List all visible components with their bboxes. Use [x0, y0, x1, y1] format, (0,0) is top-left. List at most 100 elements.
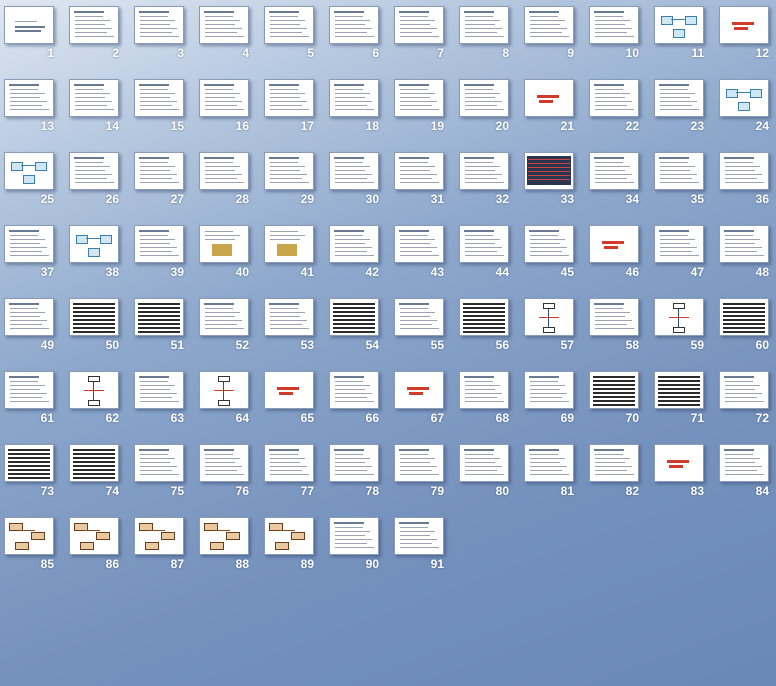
slide-preview[interactable]	[329, 79, 379, 117]
slide-thumbnail-30[interactable]: 30	[325, 146, 390, 219]
slide-thumbnail-3[interactable]: 3	[130, 0, 195, 73]
slide-preview[interactable]	[4, 79, 54, 117]
slide-preview[interactable]	[329, 6, 379, 44]
slide-thumbnail-52[interactable]: 52	[195, 292, 260, 365]
slide-preview[interactable]	[4, 225, 54, 263]
slide-preview[interactable]	[394, 152, 444, 190]
slide-thumbnail-61[interactable]: 61	[0, 365, 65, 438]
slide-thumbnail-12[interactable]: 12	[715, 0, 776, 73]
slide-thumbnail-67[interactable]: 67	[390, 365, 455, 438]
slide-preview[interactable]	[459, 298, 509, 336]
slide-preview[interactable]	[134, 298, 184, 336]
slide-preview[interactable]	[719, 371, 769, 409]
slide-thumbnail-18[interactable]: 18	[325, 73, 390, 146]
slide-preview[interactable]	[394, 225, 444, 263]
slide-preview[interactable]	[459, 225, 509, 263]
slide-preview[interactable]	[264, 517, 314, 555]
slide-preview[interactable]	[394, 444, 444, 482]
slide-preview[interactable]	[4, 152, 54, 190]
slide-preview[interactable]	[134, 6, 184, 44]
slide-preview[interactable]	[134, 225, 184, 263]
slide-preview[interactable]	[69, 79, 119, 117]
slide-thumbnail-42[interactable]: 42	[325, 219, 390, 292]
slide-thumbnail-91[interactable]: 91	[390, 511, 455, 584]
slide-preview[interactable]	[394, 6, 444, 44]
slide-thumbnail-50[interactable]: 50	[65, 292, 130, 365]
slide-thumbnail-90[interactable]: 90	[325, 511, 390, 584]
slide-preview[interactable]	[199, 371, 249, 409]
slide-thumbnail-28[interactable]: 28	[195, 146, 260, 219]
slide-thumbnail-25[interactable]: 25	[0, 146, 65, 219]
slide-thumbnail-40[interactable]: 40	[195, 219, 260, 292]
slide-preview[interactable]	[394, 79, 444, 117]
slide-preview[interactable]	[654, 152, 704, 190]
slide-preview[interactable]	[199, 444, 249, 482]
slide-preview[interactable]	[589, 6, 639, 44]
slide-thumbnail-87[interactable]: 87	[130, 511, 195, 584]
slide-thumbnail-72[interactable]: 72	[715, 365, 776, 438]
slide-preview[interactable]	[199, 152, 249, 190]
slide-thumbnail-60[interactable]: 60	[715, 292, 776, 365]
slide-preview[interactable]	[459, 152, 509, 190]
slide-preview[interactable]	[199, 225, 249, 263]
slide-preview[interactable]	[524, 225, 574, 263]
slide-preview[interactable]	[69, 298, 119, 336]
slide-preview[interactable]	[264, 6, 314, 44]
slide-preview[interactable]	[199, 6, 249, 44]
slide-thumbnail-51[interactable]: 51	[130, 292, 195, 365]
slide-thumbnail-23[interactable]: 23	[650, 73, 715, 146]
slide-thumbnail-31[interactable]: 31	[390, 146, 455, 219]
slide-preview[interactable]	[394, 517, 444, 555]
slide-thumbnail-47[interactable]: 47	[650, 219, 715, 292]
slide-preview[interactable]	[719, 298, 769, 336]
slide-thumbnail-7[interactable]: 7	[390, 0, 455, 73]
slide-preview[interactable]	[199, 298, 249, 336]
slide-thumbnail-21[interactable]: 21	[520, 73, 585, 146]
slide-preview[interactable]	[134, 371, 184, 409]
slide-thumbnail-77[interactable]: 77	[260, 438, 325, 511]
slide-preview[interactable]	[199, 79, 249, 117]
slide-thumbnail-13[interactable]: 13	[0, 73, 65, 146]
slide-thumbnail-33[interactable]: 33	[520, 146, 585, 219]
slide-preview[interactable]	[654, 444, 704, 482]
slide-thumbnail-2[interactable]: 2	[65, 0, 130, 73]
slide-thumbnail-62[interactable]: 62	[65, 365, 130, 438]
slide-thumbnail-11[interactable]: 11	[650, 0, 715, 73]
slide-thumbnail-84[interactable]: 84	[715, 438, 776, 511]
slide-thumbnail-75[interactable]: 75	[130, 438, 195, 511]
slide-preview[interactable]	[329, 371, 379, 409]
slide-thumbnail-89[interactable]: 89	[260, 511, 325, 584]
slide-thumbnail-56[interactable]: 56	[455, 292, 520, 365]
slide-preview[interactable]	[134, 152, 184, 190]
slide-preview[interactable]	[4, 444, 54, 482]
slide-preview[interactable]	[264, 79, 314, 117]
slide-preview[interactable]	[719, 225, 769, 263]
slide-thumbnail-58[interactable]: 58	[585, 292, 650, 365]
slide-preview[interactable]	[4, 6, 54, 44]
slide-preview[interactable]	[394, 298, 444, 336]
slide-preview[interactable]	[524, 6, 574, 44]
slide-thumbnail-79[interactable]: 79	[390, 438, 455, 511]
slide-thumbnail-76[interactable]: 76	[195, 438, 260, 511]
slide-thumbnail-45[interactable]: 45	[520, 219, 585, 292]
slide-preview[interactable]	[4, 371, 54, 409]
slide-preview[interactable]	[654, 225, 704, 263]
slide-thumbnail-78[interactable]: 78	[325, 438, 390, 511]
slide-preview[interactable]	[329, 444, 379, 482]
slide-preview[interactable]	[719, 444, 769, 482]
slide-thumbnail-41[interactable]: 41	[260, 219, 325, 292]
slide-preview[interactable]	[524, 79, 574, 117]
slide-preview[interactable]	[589, 225, 639, 263]
slide-thumbnail-80[interactable]: 80	[455, 438, 520, 511]
slide-preview[interactable]	[459, 79, 509, 117]
slide-thumbnail-16[interactable]: 16	[195, 73, 260, 146]
slide-preview[interactable]	[459, 6, 509, 44]
slide-thumbnail-24[interactable]: 24	[715, 73, 776, 146]
slide-preview[interactable]	[329, 152, 379, 190]
slide-preview[interactable]	[654, 371, 704, 409]
slide-preview[interactable]	[329, 298, 379, 336]
slide-preview[interactable]	[264, 152, 314, 190]
slide-thumbnail-82[interactable]: 82	[585, 438, 650, 511]
slide-thumbnail-73[interactable]: 73	[0, 438, 65, 511]
slide-preview[interactable]	[199, 517, 249, 555]
